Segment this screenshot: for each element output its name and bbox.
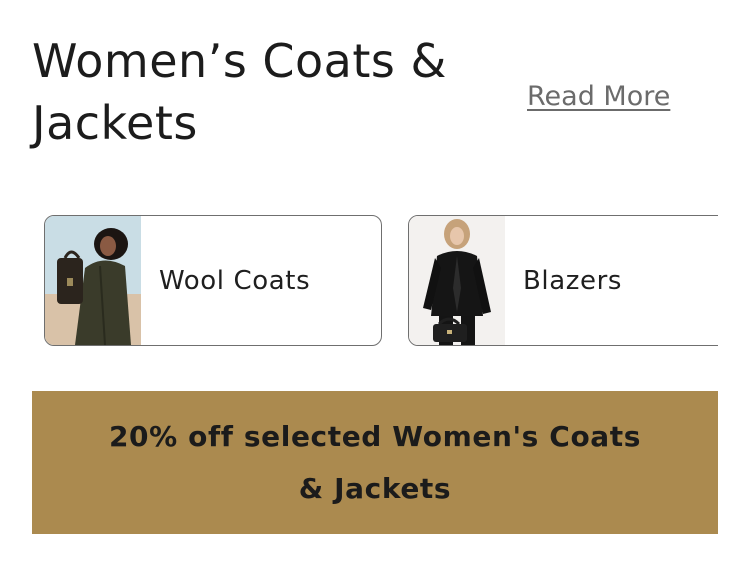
- category-card-blazers[interactable]: Blazers: [408, 215, 718, 346]
- category-label-wool-coats: Wool Coats: [159, 265, 311, 296]
- category-card-wool-coats[interactable]: Wool Coats: [44, 215, 382, 346]
- wool-coats-image: [45, 216, 141, 345]
- blazers-image: [409, 216, 505, 345]
- promo-banner[interactable]: 20% off selected Women's Coats & Jackets: [32, 391, 718, 534]
- page-title: Women’s Coats & Jackets: [32, 34, 447, 150]
- read-more-link[interactable]: Read More: [527, 80, 670, 114]
- category-carousel: Wool Coats Blazers: [44, 215, 718, 347]
- category-label-blazers: Blazers: [523, 265, 623, 296]
- promo-text: 20% off selected Women's Coats & Jackets: [108, 419, 642, 505]
